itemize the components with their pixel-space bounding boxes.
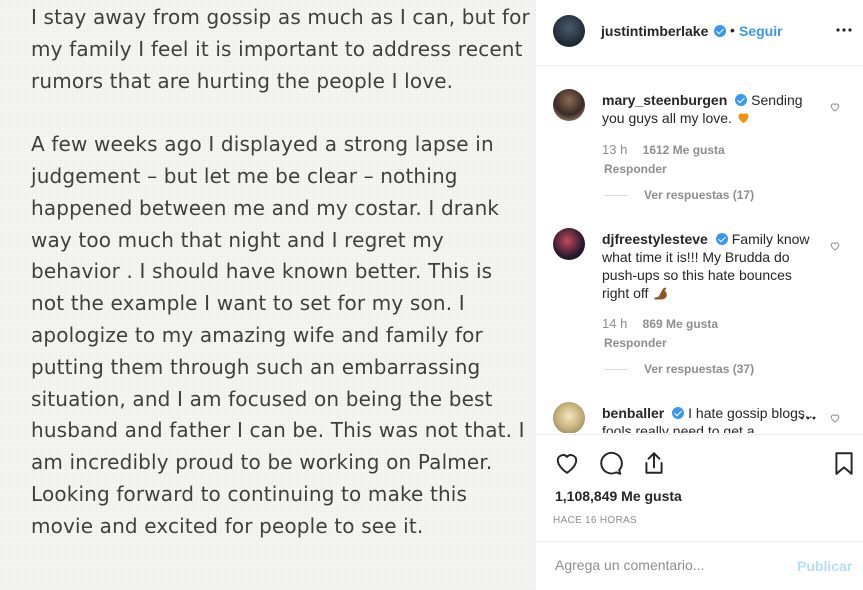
verified-badge-icon <box>735 94 748 106</box>
comment-meta: 13 h 1612 Me gusta <box>602 142 725 157</box>
reply-button[interactable]: Responder <box>604 162 667 176</box>
post-image: I stay away from gossip as much as I can… <box>0 0 535 590</box>
verified-badge-icon <box>714 25 726 37</box>
note-paragraph-1: I stay away from gossip as much as I can… <box>31 5 530 93</box>
post-sidebar: justintimberlake • Seguir mary_steenburg… <box>535 0 863 590</box>
note-paragraph-2: A few weeks ago I displayed a strong lap… <box>31 132 525 538</box>
commenter-username[interactable]: djfreestylesteve <box>602 231 708 247</box>
post-header: justintimberlake • Seguir <box>536 0 863 66</box>
post-time-ago[interactable]: HACE 16 HORAS <box>553 515 637 526</box>
view-replies-button[interactable]: Ver respuestas (17) <box>604 188 754 202</box>
comment-likes[interactable]: 869 Me gusta <box>643 317 718 331</box>
separator-dot: • <box>730 22 735 38</box>
commenter-avatar[interactable] <box>553 228 585 260</box>
commenter-avatar[interactable] <box>553 89 585 121</box>
view-replies-label: Ver respuestas (17) <box>644 188 755 202</box>
divider <box>604 195 628 197</box>
view-replies-button[interactable]: Ver respuestas (37) <box>604 362 754 376</box>
like-comment-icon[interactable] <box>829 240 841 252</box>
post-actions: 1,108,849 Me gusta HACE 16 HORAS <box>536 434 863 542</box>
follow-button[interactable]: Seguir <box>739 23 783 39</box>
reply-button[interactable]: Responder <box>604 336 667 350</box>
comment-body: djfreestylesteve Family know what time i… <box>602 230 822 302</box>
comment-time[interactable]: 14 h <box>602 316 627 331</box>
author-username[interactable]: justintimberlake <box>601 23 708 39</box>
comment-body: mary_steenburgen Sending you guys all my… <box>602 91 822 127</box>
view-replies-label: Ver respuestas (37) <box>644 362 755 376</box>
heart-icon[interactable] <box>554 450 580 476</box>
verified-badge-icon <box>672 407 685 419</box>
share-icon[interactable] <box>641 450 667 476</box>
author-avatar[interactable] <box>553 15 585 47</box>
comment-body: benballer I hate gossip blogs.. fools re… <box>602 404 822 433</box>
commenter-username[interactable]: mary_steenburgen <box>602 92 727 108</box>
bookmark-icon[interactable] <box>831 450 857 476</box>
commenter-username[interactable]: benballer <box>602 405 664 421</box>
comment-likes[interactable]: 1612 Me gusta <box>643 143 725 157</box>
flexed-biceps-icon <box>654 287 668 300</box>
note-text: I stay away from gossip as much as I can… <box>31 2 531 543</box>
comment-icon[interactable] <box>597 450 623 476</box>
comments-list[interactable]: mary_steenburgen Sending you guys all my… <box>536 67 863 433</box>
comment-meta: 14 h 869 Me gusta <box>602 316 718 331</box>
divider <box>604 369 628 371</box>
like-comment-icon[interactable] <box>829 412 841 424</box>
verified-badge-icon <box>715 233 728 245</box>
comment-options-icon[interactable] <box>798 414 818 422</box>
orange-heart-icon <box>738 113 749 124</box>
like-comment-icon[interactable] <box>829 101 841 113</box>
comment-time[interactable]: 13 h <box>602 142 627 157</box>
add-comment-bar: Publicar <box>536 541 863 590</box>
likes-count[interactable]: 1,108,849 Me gusta <box>555 488 682 504</box>
publish-button[interactable]: Publicar <box>797 558 852 574</box>
commenter-avatar[interactable] <box>553 402 585 433</box>
comment-input[interactable] <box>555 557 785 573</box>
more-horizontal-icon[interactable] <box>834 20 854 40</box>
